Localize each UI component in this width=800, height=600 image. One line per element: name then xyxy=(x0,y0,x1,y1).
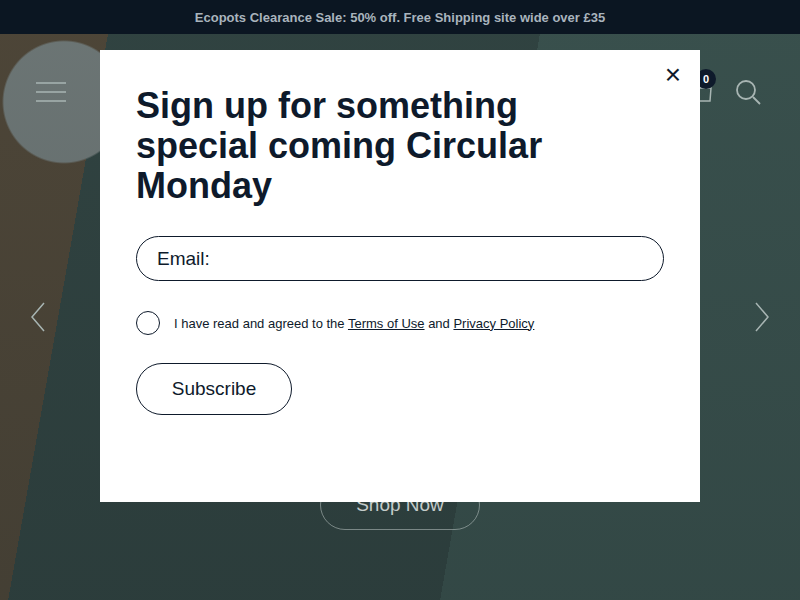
page: Ecopots Clearance Sale: 50% off. Free Sh… xyxy=(0,0,800,600)
search-icon[interactable] xyxy=(734,78,762,106)
modal-title: Sign up for something special coming Cir… xyxy=(136,86,644,206)
consent-text: I have read and agreed to the Terms of U… xyxy=(174,316,534,331)
close-button[interactable]: × xyxy=(658,60,688,90)
header-actions: 0 xyxy=(692,78,762,106)
consent-label: I have read and agreed to the xyxy=(174,316,348,331)
policy-link[interactable]: Terms of Use xyxy=(348,316,425,331)
consent-label: and xyxy=(425,316,454,331)
consent-row: I have read and agreed to the Terms of U… xyxy=(136,311,664,335)
chevron-left-icon[interactable] xyxy=(30,302,46,332)
email-input[interactable] xyxy=(136,236,664,281)
signup-modal: × Sign up for something special coming Ci… xyxy=(100,50,700,502)
announcement-bar: Ecopots Clearance Sale: 50% off. Free Sh… xyxy=(0,0,800,34)
menu-icon[interactable] xyxy=(36,80,66,104)
policy-link[interactable]: Privacy Policy xyxy=(453,316,534,331)
subscribe-button[interactable]: Subscribe xyxy=(136,363,292,415)
consent-checkbox[interactable] xyxy=(136,311,160,335)
chevron-right-icon[interactable] xyxy=(754,302,770,332)
